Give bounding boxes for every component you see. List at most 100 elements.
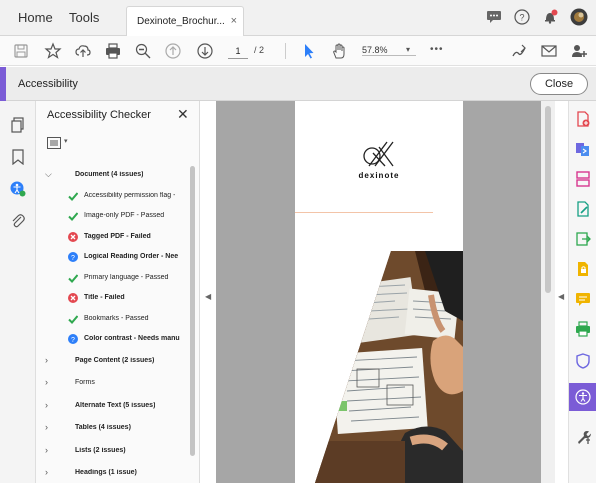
passed-check-icon — [68, 191, 78, 201]
needs-check-icon: ? — [68, 252, 78, 262]
upload-cloud-icon[interactable] — [74, 42, 92, 60]
user-avatar-icon[interactable] — [570, 8, 588, 26]
combine-files-icon[interactable] — [575, 141, 591, 157]
failed-x-icon — [68, 231, 78, 242]
sign-icon[interactable] — [510, 42, 528, 60]
tree-item-label: Color contrast - Needs manu — [84, 335, 180, 342]
tree-item-check[interactable]: Bookmarks - Passed — [36, 309, 194, 329]
page-number-input[interactable]: 1 — [228, 43, 248, 59]
tree-item-label: Bookmarks - Passed — [84, 314, 149, 322]
tree-group[interactable]: › Alternate Text (5 issues) — [36, 396, 194, 416]
document-viewport[interactable]: dexinote — [216, 101, 548, 483]
comment-tool-icon[interactable] — [575, 291, 591, 307]
collapse-chevron-icon[interactable]: › — [45, 467, 48, 477]
print-icon[interactable] — [104, 42, 122, 60]
tree-item-label: Tables (4 issues) — [75, 424, 131, 431]
accessibility-checker-icon[interactable] — [10, 181, 26, 197]
hand-tool-icon[interactable] — [330, 42, 348, 60]
tree-item-label: Image-only PDF - Passed — [84, 212, 165, 219]
help-icon[interactable]: ? — [514, 9, 530, 25]
options-list-icon — [47, 137, 61, 149]
collapse-left-panel-icon[interactable]: ◀ — [205, 292, 211, 301]
accessibility-tool-active[interactable] — [569, 383, 596, 411]
document-tab-label: Dexinote_Brochur... — [137, 16, 225, 27]
organize-pages-icon[interactable] — [575, 171, 591, 187]
tree-item-label: Lists (2 issues) — [75, 446, 126, 454]
tree-item-check[interactable]: Accessibility permission flag - — [36, 186, 194, 206]
expand-chevron-icon[interactable]: ⌵ — [45, 169, 52, 180]
tree-item-check[interactable]: Image-only PDF - Passed — [36, 206, 194, 226]
bookmark-star-icon[interactable] — [44, 42, 62, 60]
tree-item-check[interactable]: ? Logical Reading Order - Nee — [36, 247, 194, 267]
left-navigation-rail — [0, 101, 36, 483]
tree-item-label: Alternate Text (5 issues) — [75, 401, 156, 409]
tree-item-check[interactable]: Primary language - Passed — [36, 268, 194, 288]
page-thumbnails-icon[interactable] — [10, 117, 26, 133]
zoom-out-icon[interactable] — [134, 42, 152, 60]
accent-strip — [0, 67, 6, 101]
tree-group[interactable]: › Headings (1 issue) — [36, 463, 194, 483]
right-tools-rail — [568, 101, 596, 483]
collapse-chevron-icon[interactable]: › — [45, 445, 48, 455]
bookmarks-icon[interactable] — [10, 149, 26, 165]
edit-pdf-icon[interactable] — [575, 201, 591, 217]
collapse-right-panel-icon[interactable]: ◀ — [558, 292, 564, 301]
collapse-chevron-icon[interactable]: › — [45, 355, 48, 365]
passed-check-icon — [68, 212, 78, 221]
tree-item-check[interactable]: Tagged PDF - Failed — [36, 227, 194, 247]
notification-bell-icon[interactable] — [542, 9, 558, 25]
options-caret-icon: ▾ — [64, 138, 68, 145]
page-divider-rule — [295, 212, 433, 213]
tree-group[interactable]: › Lists (2 issues) — [36, 441, 194, 461]
options-menu-button[interactable]: ▾ — [47, 137, 75, 151]
tree-item-check[interactable]: Title - Failed — [36, 288, 194, 308]
close-panel-icon[interactable]: ✕ — [177, 106, 189, 123]
acrobat-window: Home Tools Dexinote_Brochur... × ? 1 / 2… — [0, 0, 596, 483]
export-pdf-icon[interactable] — [575, 231, 591, 247]
save-icon[interactable] — [12, 42, 30, 60]
tree-group[interactable]: › Page Content (2 issues) — [36, 351, 194, 371]
brand-name: dexinote — [358, 171, 400, 180]
more-tools-wrench-icon[interactable] — [575, 429, 591, 445]
collapse-chevron-icon[interactable]: › — [45, 377, 48, 387]
zoom-dropdown-icon[interactable]: ▾ — [406, 45, 410, 54]
attachments-icon[interactable] — [10, 213, 26, 229]
next-page-icon[interactable] — [196, 42, 214, 60]
tools-menu[interactable]: Tools — [69, 10, 99, 25]
previous-page-icon[interactable] — [164, 42, 182, 60]
panel-title: Accessibility Checker — [47, 109, 151, 121]
tree-group-document[interactable]: ⌵ Document (4 issues) — [36, 165, 194, 185]
document-scrollbar[interactable] — [545, 106, 551, 293]
tree-item-label: Page Content (2 issues) — [75, 356, 155, 364]
close-tool-button[interactable]: Close — [530, 73, 588, 95]
cover-photo — [315, 251, 463, 483]
protect-pdf-icon[interactable] — [575, 261, 591, 277]
tree-group[interactable]: › Tables (4 issues) — [36, 418, 194, 438]
accessibility-tool-icon — [575, 389, 591, 405]
comment-icon[interactable] — [486, 10, 502, 24]
accessibility-checker-panel: Accessibility Checker ✕ ▾ ⌵ Document (4 i… — [36, 101, 200, 483]
more-tools-icon[interactable]: ••• — [430, 44, 454, 62]
svg-text:?: ? — [519, 13, 524, 23]
svg-text:?: ? — [71, 255, 75, 262]
panel-scrollbar[interactable] — [190, 166, 195, 456]
collapse-chevron-icon[interactable]: › — [45, 400, 48, 410]
email-icon[interactable] — [540, 42, 558, 60]
home-menu[interactable]: Home — [18, 10, 53, 25]
main-toolbar: 1 / 2 57.8% ▾ ••• — [0, 36, 596, 66]
svg-text:?: ? — [71, 337, 75, 344]
collapse-chevron-icon[interactable]: › — [45, 422, 48, 432]
document-tab[interactable]: Dexinote_Brochur... × — [126, 6, 244, 36]
tree-item-check[interactable]: ? Color contrast - Needs manu — [36, 329, 194, 349]
tree-group[interactable]: › Forms — [36, 373, 194, 393]
tree-item-label: Logical Reading Order - Nee — [84, 253, 179, 260]
close-tab-icon[interactable]: × — [231, 15, 237, 27]
toolbar-divider — [285, 43, 286, 59]
select-cursor-icon[interactable] — [300, 42, 318, 60]
add-user-icon[interactable] — [570, 42, 588, 60]
dexinote-logo-icon — [363, 141, 394, 167]
protect-shield-icon[interactable] — [575, 353, 591, 369]
print-production-icon[interactable] — [575, 321, 591, 337]
tree-item-label: Headings (1 issue) — [75, 469, 137, 476]
create-pdf-icon[interactable] — [575, 111, 591, 127]
